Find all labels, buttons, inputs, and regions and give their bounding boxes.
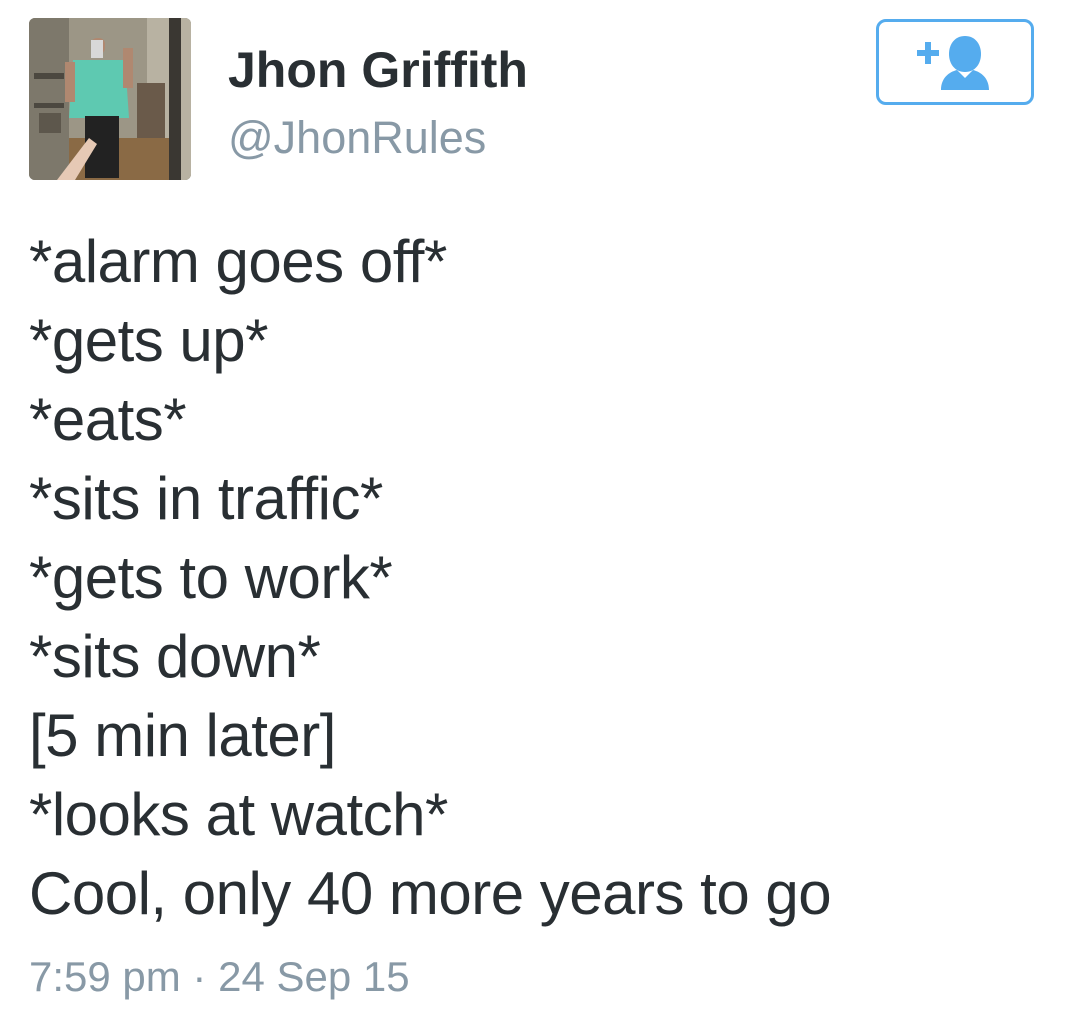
avatar[interactable] — [29, 18, 191, 180]
user-handle[interactable]: @JhonRules — [228, 110, 486, 166]
tweet-line: *gets up* — [29, 307, 269, 374]
tweet-line: *sits in traffic* — [29, 465, 383, 532]
tweet-text: *alarm goes off* *gets up* *eats* *sits … — [29, 222, 1049, 933]
add-user-icon — [917, 36, 989, 90]
tweet-line: *eats* — [29, 386, 187, 453]
tweet-line: *looks at watch* — [29, 781, 448, 848]
avatar-photo — [29, 18, 191, 180]
follow-button[interactable] — [876, 19, 1034, 105]
tweet-line: *sits down* — [29, 623, 321, 690]
tweet-card: Jhon Griffith @JhonRules *alarm goes off… — [0, 0, 1073, 1030]
tweet-line: *alarm goes off* — [29, 228, 447, 295]
tweet-line: *gets to work* — [29, 544, 393, 611]
user-display-name[interactable]: Jhon Griffith — [228, 40, 528, 100]
tweet-line: Cool, only 40 more years to go — [29, 860, 832, 927]
tweet-timestamp[interactable]: 7:59 pm · 24 Sep 15 — [29, 950, 410, 1004]
tweet-line: [5 min later] — [29, 702, 336, 769]
